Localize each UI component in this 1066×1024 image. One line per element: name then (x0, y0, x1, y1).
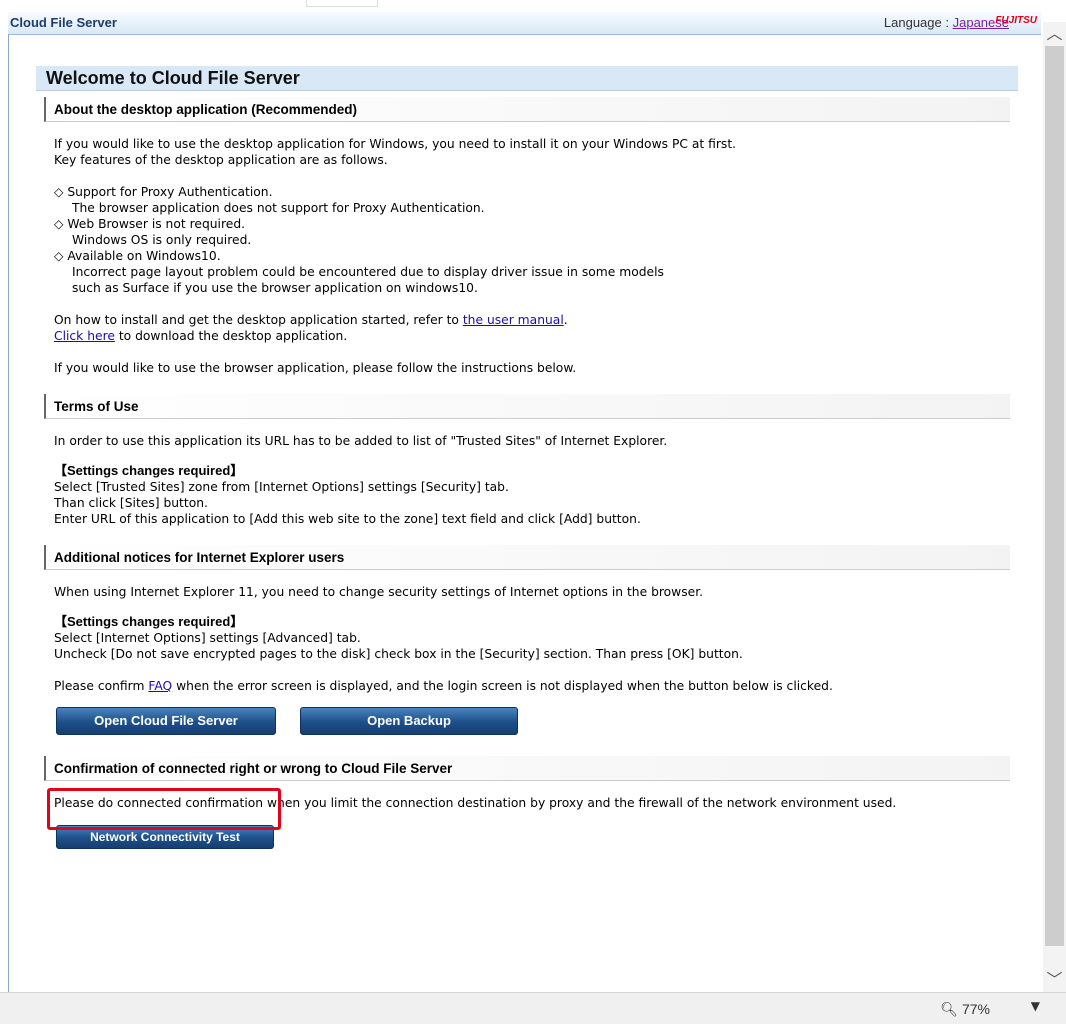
scroll-up-icon[interactable]: ︿ (1045, 24, 1064, 44)
terms-steps: Select [Trusted Sites] zone from [Intern… (54, 479, 1010, 527)
section-desktop-app: About the desktop application (Recommend… (44, 97, 1010, 376)
feature-win10-desc2: such as Surface if you use the browser a… (72, 281, 478, 295)
desktop-intro-line1: If you would like to use the desktop app… (54, 137, 737, 151)
section-heading-desktop: About the desktop application (Recommend… (44, 97, 1010, 122)
status-bar: 🔍︎ 77% ▼ (0, 992, 1066, 1024)
language-label: Language : (883, 15, 949, 30)
manual-line: On how to install and get the desktop ap… (54, 312, 1010, 328)
feature-win10: ◇ Available on Windows10. (54, 249, 221, 263)
desktop-intro-line2: Key features of the desktop application … (54, 153, 388, 167)
highlight-frame (47, 788, 281, 830)
download-line: Click here to download the desktop appli… (54, 328, 1010, 344)
vertical-scrollbar[interactable]: ︿ ﹀ (1043, 22, 1066, 992)
faq-link[interactable]: FAQ (148, 679, 172, 693)
zoom-value: 77% (961, 1001, 990, 1017)
feature-list: ◇ Support for Proxy Authentication. The … (54, 184, 1010, 296)
download-link[interactable]: Click here (54, 329, 115, 343)
terms-settings-title: 【Settings changes required】 (54, 463, 244, 478)
open-cloud-file-server-button[interactable]: Open Cloud File Server (56, 707, 276, 735)
page-title: Welcome to Cloud File Server (36, 66, 1018, 91)
ie-step-2: Uncheck [Do not save encrypted pages to … (54, 647, 743, 661)
zoom-level[interactable]: 🔍︎ 77% (940, 1001, 990, 1018)
app-title: Cloud File Server (10, 15, 117, 30)
feature-browser-desc: Windows OS is only required. (72, 233, 252, 247)
open-buttons: Open Cloud File Server Open Backup (56, 704, 1010, 736)
app-header: Cloud File Server Language : Japanese FU… (8, 12, 1041, 35)
section-terms: Terms of Use In order to use this applic… (44, 394, 1010, 527)
tab-strip (306, 0, 378, 7)
scroll-down-icon[interactable]: ﹀ (1045, 970, 1064, 990)
manual-text: On how to install and get the desktop ap… (54, 313, 463, 327)
language-selector: Language : Japanese (884, 15, 1009, 30)
feature-proxy: ◇ Support for Proxy Authentication. (54, 185, 273, 199)
ie-steps: Select [Internet Options] settings [Adva… (54, 630, 1010, 662)
section-ie: Additional notices for Internet Explorer… (44, 545, 1010, 736)
fujitsu-logo: FUJITSU (995, 15, 1037, 26)
terms-step-3: Enter URL of this application to [Add th… (54, 512, 641, 526)
section-heading-terms: Terms of Use (44, 394, 1010, 419)
ie-settings-title: 【Settings changes required】 (54, 614, 244, 629)
download-text: to download the desktop application. (114, 329, 348, 343)
main-content: Welcome to Cloud File Server About the d… (36, 66, 1018, 849)
feature-browser: ◇ Web Browser is not required. (54, 217, 246, 231)
faq-text-post: when the error screen is displayed, and … (172, 679, 833, 693)
manual-period: . (563, 313, 568, 327)
feature-proxy-desc: The browser application does not support… (72, 201, 485, 215)
open-backup-button[interactable]: Open Backup (300, 707, 518, 735)
terms-step-2: Than click [Sites] button. (54, 496, 208, 510)
scrollbar-thumb[interactable] (1045, 46, 1064, 946)
magnifier-icon: 🔍︎ (940, 1001, 959, 1017)
zoom-dropdown-icon[interactable]: ▼ (1031, 999, 1040, 1013)
section-heading-connectivity: Confirmation of connected right or wrong… (44, 756, 1010, 781)
faq-text-pre: Please confirm (54, 679, 149, 693)
terms-intro: In order to use this application its URL… (54, 434, 668, 448)
terms-step-1: Select [Trusted Sites] zone from [Intern… (54, 480, 509, 494)
frame-border (8, 34, 9, 992)
desktop-intro: If you would like to use the desktop app… (54, 136, 1010, 168)
manual-info: On how to install and get the desktop ap… (54, 312, 1010, 344)
section-heading-ie: Additional notices for Internet Explorer… (44, 545, 1010, 570)
user-manual-link[interactable]: the user manual (463, 313, 564, 327)
ie-intro: When using Internet Explorer 11, you nee… (54, 585, 704, 599)
faq-line: Please confirm FAQ when the error screen… (54, 678, 1010, 694)
feature-win10-desc1: Incorrect page layout problem could be e… (72, 265, 664, 279)
ie-step-1: Select [Internet Options] settings [Adva… (54, 631, 361, 645)
browser-note: If you would like to use the browser app… (54, 361, 577, 375)
